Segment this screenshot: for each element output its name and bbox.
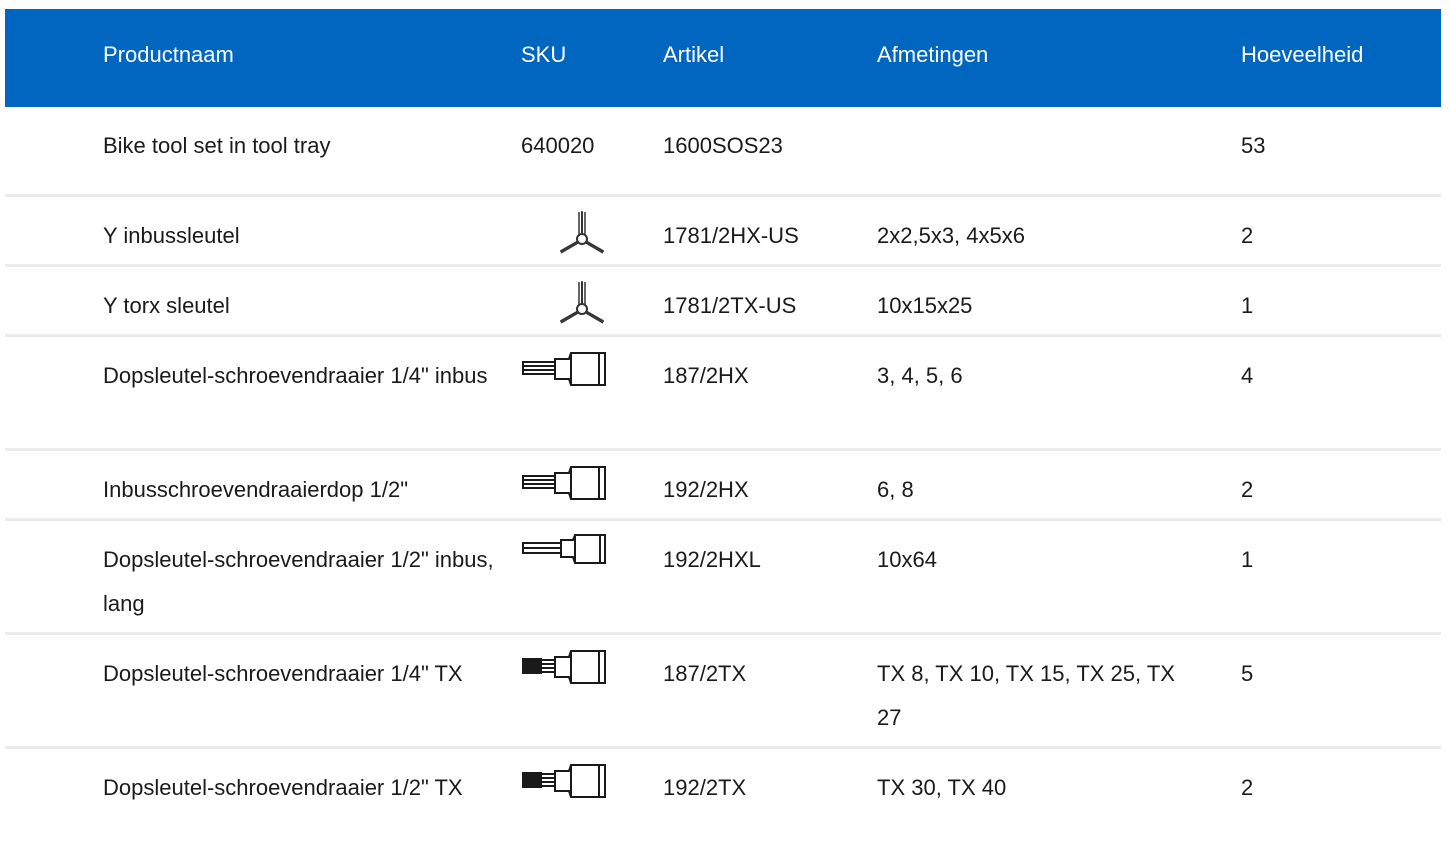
product-dimensions: 3, 4, 5, 6 <box>877 363 963 388</box>
product-article: 1781/2TX-US <box>663 293 797 318</box>
product-name: Dopsleutel-schroevendraaier 1/4" TX <box>103 661 463 686</box>
product-dimensions: TX 8, TX 10, TX 15, TX 25, TX 27 <box>877 661 1175 730</box>
torx-bit-socket-icon <box>521 647 641 691</box>
header-artikel: Artikel <box>663 42 725 67</box>
product-dimensions: 10x15x25 <box>877 293 973 318</box>
product-name: Y torx sleutel <box>103 293 230 318</box>
product-article: 1781/2HX-US <box>663 223 799 248</box>
product-name: Dopsleutel-schroevendraaier 1/4" inbus <box>103 363 488 388</box>
product-name: Dopsleutel-schroevendraaier 1/2" TX <box>103 775 463 800</box>
header-sku: SKU <box>521 42 567 67</box>
product-quantity: 4 <box>1241 363 1254 388</box>
product-name: Dopsleutel-schroevendraaier 1/2" inbus, … <box>103 547 494 616</box>
product-quantity: 5 <box>1241 661 1254 686</box>
table-row: Y torx sleutel 1781/2TX-US 10x15x25 1 <box>5 267 1441 337</box>
table-row: Bike tool set in tool tray 640020 1600SO… <box>5 107 1441 197</box>
product-dimensions: TX 30, TX 40 <box>877 775 1007 800</box>
product-article: 187/2TX <box>663 661 747 686</box>
product-quantity: 2 <box>1241 775 1254 800</box>
product-article: 187/2HX <box>663 363 749 388</box>
product-dimensions: 10x64 <box>877 547 937 572</box>
product-quantity: 2 <box>1241 477 1254 502</box>
product-sku: 640020 <box>521 133 595 158</box>
table-row: Dopsleutel-schroevendraaier 1/2" inbus, … <box>5 521 1441 635</box>
product-quantity: 1 <box>1241 293 1254 318</box>
product-name: Y inbussleutel <box>103 223 240 248</box>
product-quantity: 2 <box>1241 223 1254 248</box>
table-row: Inbusschroevendraaierdop 1/2" 192/2HX 6,… <box>5 451 1441 521</box>
product-dimensions: 2x2,5x3, 4x5x6 <box>877 223 1025 248</box>
product-dimensions: 6, 8 <box>877 477 914 502</box>
long-hex-bit-socket-icon <box>521 533 641 573</box>
product-article: 192/2TX <box>663 775 747 800</box>
header-productnaam: Productnaam <box>103 42 234 67</box>
header-hoeveelheid: Hoeveelheid <box>1241 42 1364 67</box>
hex-bit-socket-icon <box>521 463 641 507</box>
product-name: Bike tool set in tool tray <box>103 133 331 158</box>
product-quantity: 53 <box>1241 133 1266 158</box>
y-wrench-icon <box>521 279 641 329</box>
table-row: Dopsleutel-schroevendraaier 1/2" TX 192/… <box>5 749 1441 853</box>
product-article: 192/2HX <box>663 477 749 502</box>
product-table: Productnaam SKU Artikel Afmetingen Hoeve… <box>5 9 1441 853</box>
table-header: Productnaam SKU Artikel Afmetingen Hoeve… <box>5 9 1441 107</box>
table-row: Y inbussleutel 1781/2HX-US 2x2,5x3, 4x5x… <box>5 197 1441 267</box>
product-article: 192/2HXL <box>663 547 761 572</box>
product-article: 1600SOS23 <box>663 133 783 158</box>
table-row: Dopsleutel-schroevendraaier 1/4" inbus 1… <box>5 337 1441 451</box>
product-name: Inbusschroevendraaierdop 1/2" <box>103 477 409 502</box>
hex-bit-socket-icon <box>521 349 641 393</box>
torx-bit-socket-icon <box>521 761 641 805</box>
product-quantity: 1 <box>1241 547 1254 572</box>
table-row: Dopsleutel-schroevendraaier 1/4" TX 187/… <box>5 635 1441 749</box>
header-afmetingen: Afmetingen <box>877 42 989 67</box>
y-wrench-icon <box>521 209 641 259</box>
